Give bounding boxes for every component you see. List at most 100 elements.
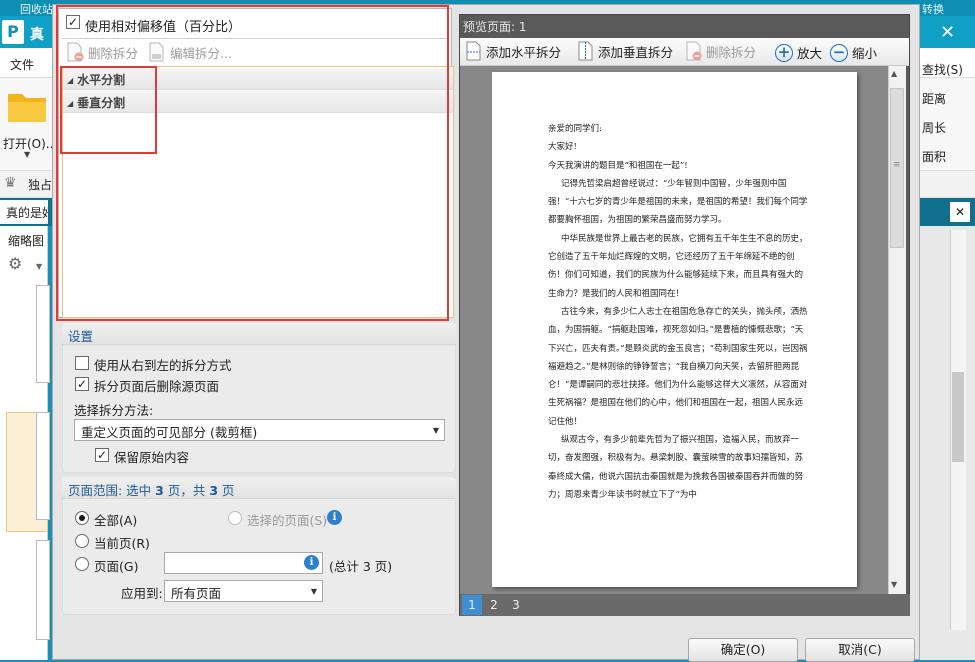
add-horizontal-split-button[interactable]: 添加水平拆分 [466, 41, 561, 61]
tree-node-horizontal[interactable]: ◢ 水平分割 [63, 68, 453, 90]
thumbnail-panel-title: 缩略图 [8, 234, 45, 248]
app-logo-icon: P [2, 20, 24, 44]
right-panel [920, 226, 975, 660]
doc-paragraph: 纵观古今，有多少前辈先哲为了振兴祖国，造福人民，而放弃一切，奋发图强，积极有为。… [548, 435, 804, 500]
add-vertical-split-button[interactable]: 添加垂直拆分 [578, 41, 673, 61]
keep-content-label: 保留原始内容 [114, 450, 190, 465]
ribbon-item-distance[interactable]: 距离 [922, 85, 975, 114]
delete-split-label: 删除拆分 [88, 45, 139, 61]
scroll-up-icon[interactable]: ▲ [891, 69, 897, 78]
edit-split-label: 编辑拆分... [170, 45, 232, 61]
tree-node-vertical[interactable]: ◢ 垂直分割 [63, 91, 453, 113]
info-icon[interactable]: i [327, 510, 342, 525]
range-selected-label: 选择的页面(S) [247, 513, 328, 528]
open-folder-icon[interactable] [6, 88, 48, 124]
doc-line: 大家好! [548, 142, 577, 153]
page-range-input[interactable] [164, 552, 323, 574]
preview-delete-split-button[interactable]: 删除拆分 [686, 41, 756, 61]
keep-content-checkbox[interactable]: ✓ [95, 448, 109, 462]
edit-split-icon [149, 42, 164, 62]
doc-paragraph: 中华民族是世界上最古老的民族，它拥有五千年生生不息的历史，它创造了五千年灿烂辉煌… [548, 233, 808, 299]
rtl-split-checkbox[interactable] [75, 356, 89, 370]
ribbon-right-items: 查找(S) 距离 周长 面积 [922, 56, 975, 172]
zoom-in-button[interactable]: + 放大 [775, 43, 822, 62]
ribbon-item-perimeter[interactable]: 周长 [922, 114, 975, 143]
page-navigation [460, 594, 910, 616]
add-horizontal-split-label: 添加水平拆分 [486, 44, 562, 60]
add-vertical-split-label: 添加垂直拆分 [598, 44, 674, 60]
delete-split-icon [67, 42, 84, 62]
ribbon-item-area[interactable]: 面积 [922, 143, 975, 172]
doc-line: 亲爱的同学们: [548, 124, 602, 134]
page-range-total-count: 3 [209, 483, 219, 498]
promo-text: 独占 [28, 178, 53, 192]
delete-source-checkbox[interactable]: ✓ [75, 377, 89, 391]
zoom-out-icon: − [830, 43, 848, 62]
top-strip-right-text: 转换 [922, 3, 944, 16]
page-thumbnail[interactable] [36, 412, 50, 520]
split-method-label: 选择拆分方法: [74, 403, 154, 418]
scroll-down-icon[interactable]: ▼ [891, 580, 897, 589]
edit-split-button[interactable]: 编辑拆分... [148, 42, 232, 62]
add-vertical-split-icon [578, 41, 593, 61]
gear-icon[interactable]: ⚙ [8, 254, 22, 273]
collapse-arrow-icon[interactable]: ◢ [67, 76, 73, 85]
cancel-button[interactable]: 取消(C) [805, 638, 915, 662]
menu-file[interactable]: 文件 [10, 56, 34, 73]
delete-split-button[interactable]: 删除拆分 [66, 42, 138, 62]
range-pages-radio[interactable] [75, 557, 89, 571]
chevron-down-icon: ▼ [432, 426, 439, 435]
total-pages-label: (总计 3 页) [329, 559, 393, 574]
preview-page-text: 亲爱的同学们: 大家好! 今天我演讲的题目是“和祖国在一起”! 记得先哲梁启超曾… [548, 120, 810, 504]
delete-split-icon [686, 41, 702, 61]
chevron-down-icon[interactable]: ▼ [36, 262, 42, 271]
page-range-selected-count: 3 [155, 483, 164, 498]
page-thumbnail[interactable] [36, 285, 50, 383]
close-tab-icon[interactable]: ✕ [950, 202, 970, 222]
zoom-out-button[interactable]: − 缩小 [830, 43, 877, 62]
range-current-radio[interactable] [75, 534, 89, 548]
apply-to-dropdown[interactable]: 所有页面 ▼ [164, 580, 323, 602]
document-tab[interactable]: 真的是好 [0, 200, 48, 224]
scroll-grip-icon: ≡ [893, 160, 901, 170]
top-strip-left-text: 回收站 [20, 3, 53, 16]
preview-delete-split-label: 删除拆分 [706, 44, 757, 60]
relative-offset-checkbox[interactable]: ✓ [66, 15, 80, 29]
zoom-out-label: 缩小 [852, 46, 878, 61]
split-method-dropdown[interactable]: 重定义页面的可见部分 (裁剪框) ▼ [74, 419, 445, 441]
add-horizontal-split-icon [466, 41, 481, 61]
app-close-icon[interactable]: ✕ [940, 22, 955, 43]
range-selected-radio[interactable] [228, 511, 242, 525]
ribbon-item-find[interactable]: 查找(S) [922, 56, 975, 85]
page-thumbnail[interactable] [36, 540, 50, 640]
range-all-radio[interactable] [75, 511, 89, 525]
info-icon[interactable]: i [304, 555, 319, 570]
zoom-in-icon: + [775, 43, 793, 62]
chevron-down-icon: ▼ [310, 587, 317, 596]
ok-button[interactable]: 确定(O) [688, 638, 798, 662]
page-range-header: 页面范围: 选中 3 页，共 3 页 [62, 477, 456, 499]
rtl-split-label: 使用从右到左的拆分方式 [94, 358, 232, 373]
tree-node-horizontal-label: 水平分割 [77, 73, 126, 87]
page-nav-1[interactable]: 1 [462, 595, 482, 615]
chevron-down-icon[interactable]: ▼ [24, 150, 30, 159]
apply-to-value: 所有页面 [171, 586, 222, 601]
collapse-arrow-icon[interactable]: ◢ [67, 99, 73, 108]
delete-source-label: 拆分页面后删除源页面 [94, 379, 220, 394]
page-range-suffix: 页 [222, 483, 235, 498]
relative-offset-label: 使用相对偏移值（百分比） [85, 20, 242, 35]
doc-paragraph: 记得先哲梁启超曾经说过：“少年智则中国智，少年强则中国强！”十六七岁的青少年是祖… [548, 178, 808, 226]
split-method-value: 重定义页面的可见部分 (裁剪框) [81, 425, 258, 440]
preview-title: 预览页面: 1 [463, 20, 527, 34]
range-all-label: 全部(A) [94, 513, 138, 528]
range-pages-label: 页面(G) [94, 559, 139, 574]
right-scrollbar-thumb[interactable] [952, 372, 964, 462]
apply-to-label: 应用到: [121, 586, 163, 601]
crown-icon: ♛ [4, 175, 17, 191]
range-current-label: 当前页(R) [94, 536, 150, 551]
zoom-in-label: 放大 [797, 46, 823, 61]
page-range-middle: 页，共 [167, 483, 206, 498]
app-title: 真 [30, 27, 44, 43]
page-nav-2[interactable]: 2 [484, 595, 504, 615]
page-nav-3[interactable]: 3 [506, 595, 526, 615]
